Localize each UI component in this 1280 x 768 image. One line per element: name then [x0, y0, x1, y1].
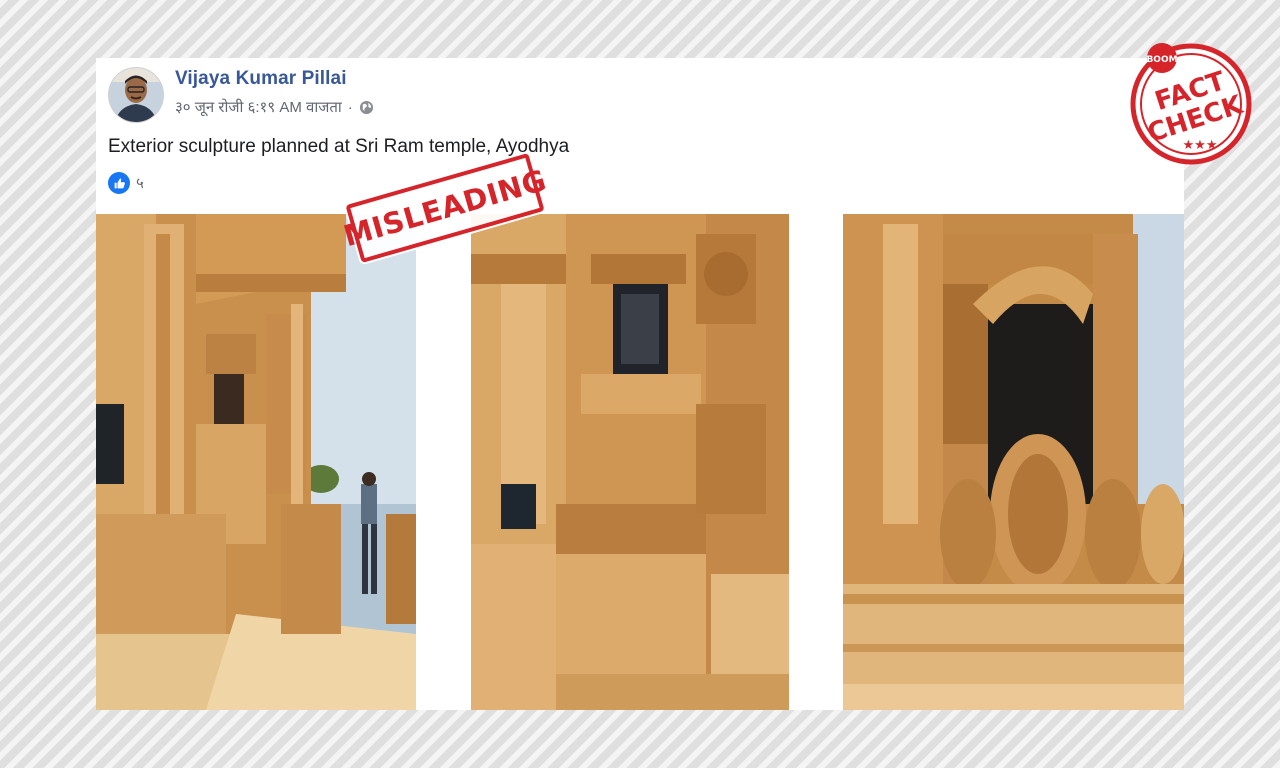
globe-icon[interactable] [359, 100, 374, 115]
svg-text:★★★: ★★★ [1183, 138, 1218, 153]
boom-logo-text: BOOM [1146, 55, 1177, 65]
temple-photo-center[interactable] [471, 214, 789, 710]
meta-separator: · [347, 98, 353, 116]
temple-photo-right[interactable] [843, 214, 1184, 710]
post-text: Exterior sculpture planned at Sri Ram te… [108, 136, 570, 157]
temple-photo-left[interactable] [96, 214, 416, 710]
author-name-link[interactable]: Vijaya Kumar Pillai [175, 68, 347, 90]
facebook-post-card: Vijaya Kumar Pillai ३० जून रोजी ६:१९ AM … [96, 58, 1184, 710]
reaction-count: ५ [136, 175, 144, 192]
post-timestamp[interactable]: ३० जून रोजी ६:१९ AM वाजता [175, 97, 342, 117]
author-avatar[interactable] [108, 67, 164, 123]
like-icon [108, 172, 130, 194]
fact-check-stamp: BOOM FACT CHECK ★★★ [1126, 36, 1256, 166]
post-meta: ३० जून रोजी ६:१९ AM वाजता · [175, 97, 374, 117]
reaction-summary[interactable]: ५ [108, 172, 144, 194]
